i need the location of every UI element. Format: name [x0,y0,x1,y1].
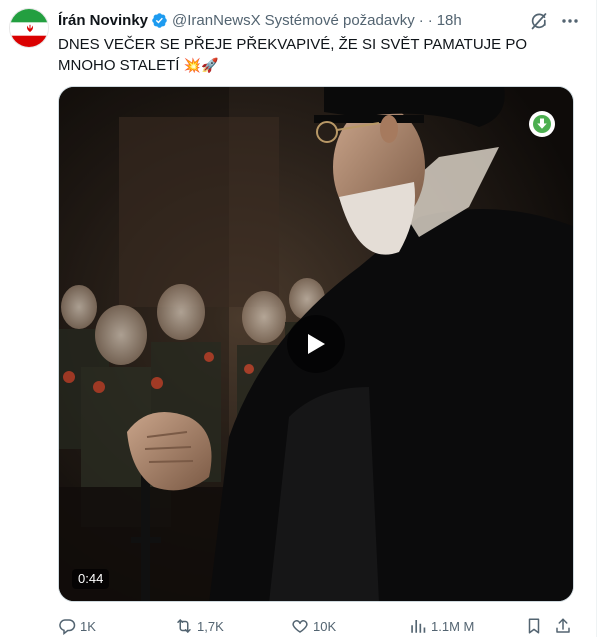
iran-flag-icon [10,9,48,47]
share-icon [556,618,570,633]
author-name[interactable]: Írán Novinky [58,12,148,29]
views-button[interactable]: 1.1M M [409,616,474,636]
repost-count: 1,7K [197,618,224,634]
timeline-border [596,0,597,637]
like-count: 10K [313,618,337,634]
like-button[interactable]: 10K [291,616,336,636]
subscription-label[interactable]: Systémové požadavky [265,12,415,29]
video-player[interactable]: 0:44 [58,86,574,602]
tweet[interactable]: Írán Novinky @IranNewsX Systémové požada… [0,0,602,637]
play-button[interactable] [287,315,345,373]
bookmark-button[interactable] [525,616,543,636]
bookmark-icon [528,618,540,634]
separator-dot: · [427,11,433,29]
repost-button[interactable]: 1,7K [175,616,224,636]
tweet-emojis: 💥🚀 [183,57,219,73]
verified-badge-icon [151,12,168,29]
more-icon[interactable] [560,11,580,31]
download-icon[interactable] [529,111,555,137]
reply-button[interactable]: 1K [58,616,96,636]
reply-count: 1K [80,618,96,634]
heart-icon [292,620,308,633]
tweet-text-content: DNES VEČER SE PŘEJE PŘEKVAPIVÉ, ŽE SI SV… [58,36,528,74]
avatar[interactable] [9,8,49,48]
reply-icon [59,619,76,635]
author-handle[interactable]: @IranNewsX [172,12,261,29]
grok-icon[interactable] [529,11,549,31]
views-count: 1.1M M [431,618,475,634]
repost-icon [177,619,191,633]
tweet-text: DNES VEČER SE PŘEJE PŘEKVAPIVÉ, ŽE SI SV… [58,35,578,76]
play-icon [308,334,325,354]
share-button[interactable] [554,616,572,636]
action-bar: 1K 1,7K 10K 1.1M M [58,616,578,636]
tweet-header: Írán Novinky @IranNewsX Systémové požada… [58,9,462,31]
video-duration: 0:44 [72,569,110,589]
timestamp[interactable]: 18h [437,12,462,29]
separator-dot: · [418,11,424,29]
views-icon [411,620,426,633]
